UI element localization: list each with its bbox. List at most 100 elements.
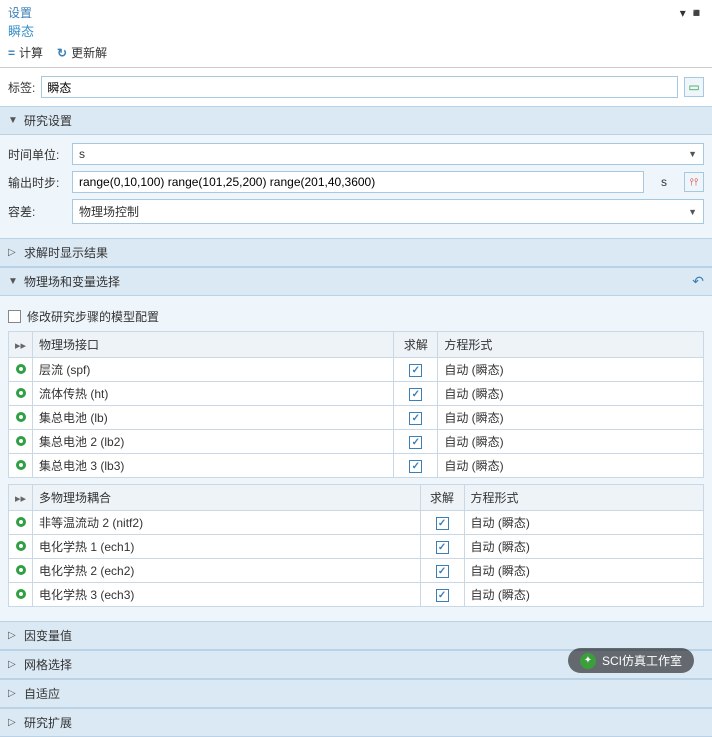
interface-name: 集总电池 (lb)	[33, 406, 394, 430]
expand-icon: ▷	[8, 659, 18, 670]
status-dot-icon	[16, 460, 26, 470]
solve-checkbox[interactable]: ✓	[436, 541, 449, 554]
modify-config-checkbox[interactable]	[8, 310, 21, 323]
label-input[interactable]	[41, 76, 678, 98]
col-solve: 求解	[420, 485, 464, 511]
solve-checkbox[interactable]: ✓	[436, 517, 449, 530]
title-text: 设置	[8, 4, 32, 21]
label-row: 标签: ▭	[0, 68, 712, 106]
solve-checkbox[interactable]: ✓	[409, 364, 422, 377]
expand-icon: ▷	[8, 247, 18, 258]
status-dot-icon	[16, 589, 26, 599]
table-row[interactable]: 电化学热 2 (ech2)✓自动 (瞬态)	[9, 559, 704, 583]
status-dot-icon	[16, 517, 26, 527]
toolbar: = 计算 ↻ 更新解	[0, 42, 712, 68]
chevron-down-icon: ▼	[688, 207, 697, 217]
output-times-input[interactable]	[72, 171, 644, 193]
section-title: 研究扩展	[24, 714, 72, 731]
status-dot-icon	[16, 412, 26, 422]
section-adaptation-header[interactable]: ▷ 自适应	[0, 679, 712, 708]
table-row[interactable]: 集总电池 3 (lb3) ✓ 自动 (瞬态)	[9, 454, 704, 478]
section-study-settings-body: 时间单位: s ▼ 输出时步: s ⫯⫯ 容差: 物理场控制 ▼	[0, 135, 712, 238]
col-eqform: 方程形式	[438, 332, 704, 358]
table-row[interactable]: 电化学热 1 (ech1) ✓ 自动 (瞬态)	[9, 535, 704, 559]
equation-form: 自动 (瞬态)	[438, 430, 704, 454]
table-row[interactable]: 电化学热 3 (ech3)✓自动 (瞬态)	[9, 583, 704, 607]
solve-checkbox[interactable]: ✓	[409, 412, 422, 425]
time-unit-select[interactable]: s ▼	[72, 143, 704, 165]
label-extra-button[interactable]: ▭	[684, 77, 704, 97]
equation-form: 自动 (瞬态)	[438, 454, 704, 478]
solve-checkbox[interactable]: ✓	[409, 436, 422, 449]
time-unit-label: 时间单位:	[8, 146, 64, 163]
section-study-extensions-header[interactable]: ▷ 研究扩展	[0, 708, 712, 737]
chevron-down-icon: ▼	[688, 149, 697, 159]
equation-form: 自动 (瞬态)	[464, 511, 703, 535]
collapse-icon: ▼	[8, 276, 18, 287]
subtitle: 瞬态	[0, 21, 712, 42]
refresh-icon: ↻	[57, 46, 67, 60]
col-solve: 求解	[394, 332, 438, 358]
tolerance-label: 容差:	[8, 203, 64, 220]
move-handle-header: ▸▸	[9, 485, 33, 511]
status-dot-icon	[16, 565, 26, 575]
interface-name: 集总电池 3 (lb3)	[33, 454, 394, 478]
section-title: 网格选择	[24, 656, 72, 673]
status-dot-icon	[16, 541, 26, 551]
compute-button[interactable]: = 计算	[8, 44, 43, 61]
equation-form: 自动 (瞬态)	[438, 358, 704, 382]
solve-checkbox[interactable]: ✓	[409, 460, 422, 473]
interface-name: 集总电池 2 (lb2)	[33, 430, 394, 454]
table-row[interactable]: 流体传热 (ht) ✓ 自动 (瞬态)	[9, 382, 704, 406]
compute-icon: =	[8, 46, 15, 60]
table-row[interactable]: 非等温流动 2 (nitf2) ✓ 自动 (瞬态)	[9, 511, 704, 535]
interface-name: 层流 (spf)	[33, 358, 394, 382]
range-graph-button[interactable]: ⫯⫯	[684, 172, 704, 192]
equation-form: 自动 (瞬态)	[464, 535, 703, 559]
status-dot-icon	[16, 436, 26, 446]
output-times-label: 输出时步:	[8, 174, 64, 191]
interface-name: 流体传热 (ht)	[33, 382, 394, 406]
status-dot-icon	[16, 364, 26, 374]
modify-config-label: 修改研究步骤的模型配置	[27, 308, 159, 325]
equation-form: 自动 (瞬态)	[438, 382, 704, 406]
expand-icon: ▷	[8, 717, 18, 728]
solve-checkbox[interactable]: ✓	[409, 388, 422, 401]
col-interface: 物理场接口	[33, 332, 394, 358]
section-title: 研究设置	[24, 112, 72, 129]
tolerance-select[interactable]: 物理场控制 ▼	[72, 199, 704, 224]
collapse-icon: ▼	[8, 115, 18, 126]
output-times-unit: s	[652, 175, 676, 189]
wechat-icon: ✦	[580, 653, 596, 669]
label-caption: 标签:	[8, 79, 35, 96]
status-dot-icon	[16, 388, 26, 398]
section-title: 自适应	[24, 685, 60, 702]
update-solution-button[interactable]: ↻ 更新解	[57, 44, 107, 61]
section-physics-selection-body: 修改研究步骤的模型配置 ▸▸ 物理场接口 求解 方程形式 层流 (spf) ✓ 自动…	[0, 296, 712, 621]
panel-title: 设置 ▾ ◾	[0, 0, 712, 21]
expand-icon: ▷	[8, 688, 18, 699]
multiphysics-table: ▸▸ 多物理场耦合 求解 方程形式 非等温流动 2 (nitf2) ✓ 自动 (瞬态…	[8, 484, 704, 607]
section-title: 求解时显示结果	[24, 244, 108, 261]
section-title: 因变量值	[24, 627, 72, 644]
solve-checkbox[interactable]: ✓	[436, 565, 449, 578]
table-row[interactable]: 集总电池 2 (lb2) ✓ 自动 (瞬态)	[9, 430, 704, 454]
equation-form: 自动 (瞬态)	[438, 406, 704, 430]
undo-icon[interactable]: ↶	[692, 273, 704, 290]
section-results-while-solving-header[interactable]: ▷ 求解时显示结果	[0, 238, 712, 267]
section-study-settings-header[interactable]: ▼ 研究设置	[0, 106, 712, 135]
interface-name: 非等温流动 2 (nitf2)	[33, 511, 420, 535]
col-eqform: 方程形式	[464, 485, 703, 511]
move-handle-header: ▸▸	[9, 332, 33, 358]
interface-name: 电化学热 1 (ech1)	[33, 535, 420, 559]
solve-checkbox[interactable]: ✓	[436, 589, 449, 602]
table-row[interactable]: 层流 (spf) ✓ 自动 (瞬态)	[9, 358, 704, 382]
window-controls[interactable]: ▾ ◾	[680, 6, 704, 20]
section-physics-selection-header[interactable]: ▼ 物理场和变量选择 ↶	[0, 267, 712, 296]
table-row[interactable]: 集总电池 (lb) ✓ 自动 (瞬态)	[9, 406, 704, 430]
graph-icon: ⫯⫯	[690, 177, 699, 188]
col-interface: 多物理场耦合	[33, 485, 420, 511]
physics-table: ▸▸ 物理场接口 求解 方程形式 层流 (spf)✓自动 (瞬态)流体传热 (h…	[8, 331, 704, 478]
modify-config-row[interactable]: 修改研究步骤的模型配置	[8, 304, 704, 331]
section-dep-var-values-header[interactable]: ▷ 因变量值	[0, 621, 712, 650]
